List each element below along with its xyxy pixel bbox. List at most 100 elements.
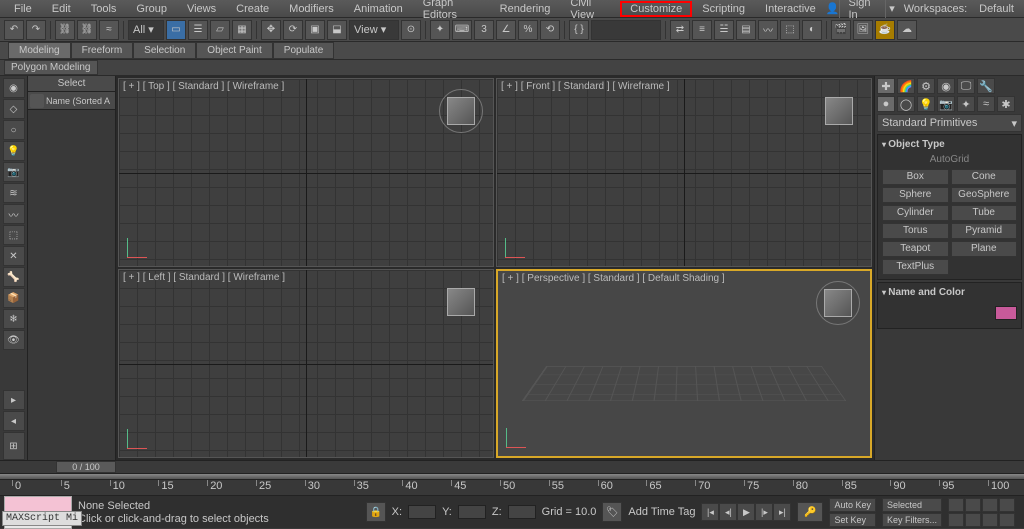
hierarchy-tab-icon[interactable]: ⚙ [917,78,935,94]
se-expand-button[interactable]: ▸ [3,390,25,410]
prev-frame-button[interactable]: ◂| [719,503,737,521]
signin-dropdown-icon[interactable]: ▾ [886,2,898,15]
ribbon-tab-freeform[interactable]: Freeform [71,42,134,59]
keyboard-shortcut-button[interactable]: ⌨ [452,20,472,40]
undo-button[interactable]: ↶ [4,20,24,40]
viewport-persp-label[interactable]: [ + ] [ Perspective ] [ Standard ] [ Def… [502,273,725,284]
material-editor-button[interactable]: ◐ [802,20,822,40]
viewcube[interactable] [824,289,852,317]
selection-filter[interactable]: All ▾ [128,20,164,40]
modify-tab-icon[interactable]: 🌈 [897,78,915,94]
play-button[interactable]: ▶ [737,503,755,521]
geometry-icon[interactable]: ● [877,96,895,112]
se-lights-button[interactable]: 💡 [3,141,25,161]
menu-edit[interactable]: Edit [42,1,81,17]
viewport-front[interactable]: [ + ] [ Front ] [ Standard ] [ Wireframe… [496,78,872,267]
se-xrefs-button[interactable]: ✕ [3,246,25,266]
setkey-button[interactable]: Set Key [829,513,876,527]
se-cameras-button[interactable]: 📷 [3,162,25,182]
autokey-button[interactable]: Auto Key [829,498,876,512]
menu-views[interactable]: Views [177,1,226,17]
named-selection-list[interactable] [591,20,661,40]
viewport-front-label[interactable]: [ + ] [ Front ] [ Standard ] [ Wireframe… [501,81,670,92]
se-frozen-button[interactable]: ❄ [3,309,25,329]
curve-editor-button[interactable]: 〰 [758,20,778,40]
goto-end-button[interactable]: ▸| [773,503,791,521]
se-display-button[interactable]: ◉ [3,78,25,98]
coord-y-field[interactable] [458,505,486,519]
shapes-icon[interactable]: ◯ [897,96,915,112]
zoom-icon[interactable] [965,498,981,512]
prim-torus-button[interactable]: Torus [882,223,949,239]
scene-tree[interactable] [28,110,115,460]
zoom-extents-icon[interactable] [982,498,998,512]
cameras-icon[interactable]: 📷 [937,96,955,112]
bind-button[interactable]: ≈ [99,20,119,40]
key-filters-selected[interactable]: Selected [882,498,942,512]
se-shapes-button[interactable]: ○ [3,120,25,140]
schematic-view-button[interactable]: ⬚ [780,20,800,40]
motion-tab-icon[interactable]: ◉ [937,78,955,94]
key-mode-toggle[interactable]: 🔑 [797,502,823,522]
menu-file[interactable]: File [4,1,42,17]
prim-sphere-button[interactable]: Sphere [882,187,949,203]
link-button[interactable]: ⛓ [55,20,75,40]
render-button[interactable]: ☕ [875,20,895,40]
menu-animation[interactable]: Animation [344,1,413,17]
utilities-tab-icon[interactable]: 🔧 [977,78,995,94]
ribbon-tab-object-paint[interactable]: Object Paint [196,42,272,59]
spinner-snap-button[interactable]: ⟲ [540,20,560,40]
key-filters-button[interactable]: Key Filters... [882,513,942,527]
viewport-perspective[interactable]: [ + ] [ Perspective ] [ Standard ] [ Def… [496,269,872,458]
se-helpers-button[interactable]: ≋ [3,183,25,203]
scale-button[interactable]: ▣ [305,20,325,40]
time-slider[interactable]: 0 / 100 [0,460,1024,474]
helpers-icon[interactable]: ✦ [957,96,975,112]
se-bone-button[interactable]: 🦴 [3,267,25,287]
align-button[interactable]: ≡ [692,20,712,40]
select-by-name-button[interactable]: ☰ [188,20,208,40]
se-groups-button[interactable]: ⬚ [3,225,25,245]
redo-button[interactable]: ↷ [26,20,46,40]
systems-icon[interactable]: ✱ [997,96,1015,112]
time-slider-handle[interactable]: 0 / 100 [56,461,116,473]
se-view-toggle-button[interactable]: ⊞ [3,432,25,460]
window-crossing-button[interactable]: ▦ [232,20,252,40]
named-selection-button[interactable]: { } [569,20,589,40]
fov-icon[interactable] [999,498,1015,512]
se-hidden-button[interactable]: 👁 [3,330,25,350]
max-toggle-icon[interactable] [982,513,998,527]
pan-icon[interactable] [948,498,964,512]
spacewarps-icon[interactable]: ≈ [977,96,995,112]
prim-geosphere-button[interactable]: GeoSphere [951,187,1018,203]
ribbon-tab-selection[interactable]: Selection [133,42,196,59]
viewcube[interactable] [447,288,475,316]
scene-name-column[interactable]: Name (Sorted A [46,96,113,106]
viewcube[interactable] [447,97,475,125]
menu-group[interactable]: Group [126,1,177,17]
menu-create[interactable]: Create [226,1,279,17]
move-button[interactable]: ✥ [261,20,281,40]
viewport-left[interactable]: [ + ] [ Left ] [ Standard ] [ Wireframe … [118,269,494,458]
viewport-top-label[interactable]: [ + ] [ Top ] [ Standard ] [ Wireframe ] [123,81,284,92]
placement-button[interactable]: ⬓ [327,20,347,40]
menu-scripting[interactable]: Scripting [692,1,755,17]
polygon-modeling-panel[interactable]: Polygon Modeling [4,60,98,75]
ref-coord-system[interactable]: View ▾ [349,20,399,40]
menu-modifiers[interactable]: Modifiers [279,1,344,17]
time-ruler[interactable]: 0510152025303540455055606570758085909510… [0,480,1024,496]
prim-cone-button[interactable]: Cone [951,169,1018,185]
se-containers-button[interactable]: 📦 [3,288,25,308]
menu-tools[interactable]: Tools [81,1,127,17]
unlink-button[interactable]: ⛓ [77,20,97,40]
mini-listener-output[interactable] [4,496,72,512]
use-pivot-center-button[interactable]: ⊙ [401,20,421,40]
name-color-title[interactable]: Name and Color [882,287,1017,298]
create-tab-icon[interactable]: ✚ [877,78,895,94]
ribbon-tab-populate[interactable]: Populate [273,42,334,59]
menu-rendering[interactable]: Rendering [490,1,561,17]
mirror-button[interactable]: ⇄ [670,20,690,40]
percent-snap-button[interactable]: % [518,20,538,40]
object-color-swatch[interactable] [995,306,1017,320]
workspaces-selector[interactable]: Default [973,1,1020,17]
